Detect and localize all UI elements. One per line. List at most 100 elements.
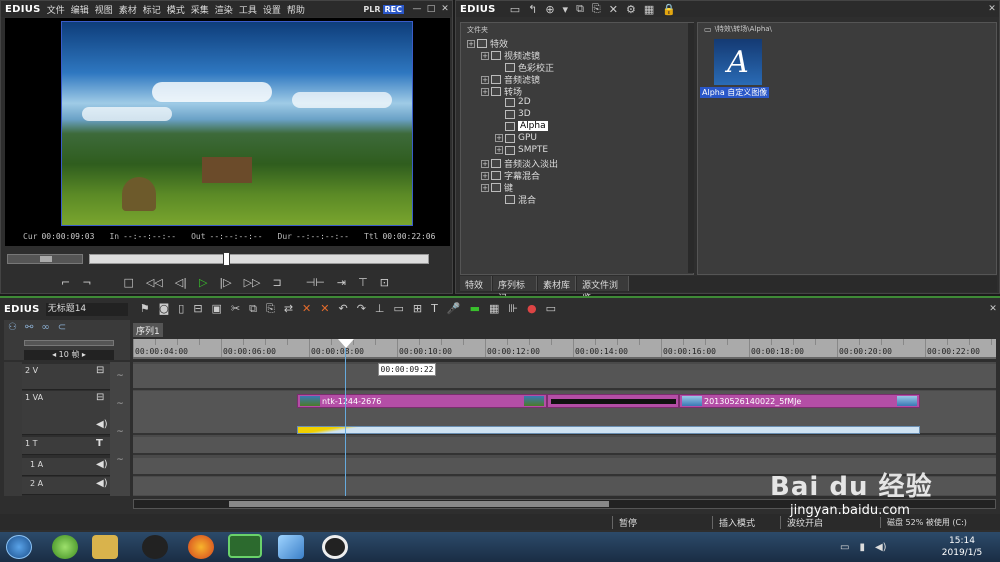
folder-icon[interactable]: ▭ [510, 3, 520, 16]
plr-label[interactable]: PLR [363, 5, 380, 14]
fast-forward-icon[interactable]: ▷▷ [244, 276, 261, 289]
add-dropdown-icon[interactable]: ▾ [563, 3, 569, 16]
tree-item[interactable]: 混合 [495, 193, 536, 206]
menu-item[interactable]: 素材 [119, 6, 137, 16]
expand-icon[interactable]: + [495, 134, 503, 142]
menu-item[interactable]: 工具 [239, 6, 257, 16]
app-icon-explorer[interactable] [92, 535, 118, 559]
tree-item[interactable]: 2D [495, 97, 531, 107]
mark-in-icon[interactable]: ⌐ [61, 276, 70, 289]
shuttle-bar[interactable] [7, 254, 83, 264]
maximize-icon[interactable]: □ [424, 3, 438, 15]
rewind-icon[interactable]: ◁◁ [146, 276, 163, 289]
rec-button[interactable]: REC [382, 4, 404, 14]
minimize-icon[interactable]: — [410, 3, 424, 15]
transition-clip[interactable] [547, 394, 679, 408]
redo-icon[interactable]: ↷ [357, 302, 366, 316]
expand-icon[interactable]: + [481, 183, 489, 192]
tree-item[interactable]: + GPU [495, 133, 537, 143]
mode-icon[interactable]: ⚑ [140, 302, 150, 316]
link-icon[interactable]: ⚇ [8, 322, 17, 333]
play-icon[interactable]: ▷ [199, 276, 207, 289]
video-toggle-icon[interactable]: ⊟ [96, 392, 104, 403]
sync-icon[interactable]: ▭ [394, 302, 404, 316]
effects-tab[interactable]: 素材库 [538, 276, 576, 291]
video-clip[interactable]: 20130526140022_5fMJe [679, 394, 920, 408]
audio-toggle-icon[interactable]: ◀) [96, 419, 108, 430]
app-icon-notes[interactable] [278, 535, 304, 559]
mark-out-icon[interactable]: ¬ [82, 276, 91, 289]
effects-tab[interactable]: 特效 [460, 276, 492, 291]
volume-icon[interactable]: ◀) [875, 542, 887, 553]
new-sequence-icon[interactable]: ▯ [178, 302, 184, 316]
capture-icon[interactable]: ◙ [159, 302, 170, 316]
menu-item[interactable]: 文件 [47, 6, 65, 16]
mixer-bar[interactable] [297, 426, 920, 434]
speaker-icon[interactable]: ◀) [96, 459, 108, 470]
menu-item[interactable]: 标记 [143, 6, 161, 16]
open-icon[interactable]: ⊟ [193, 302, 202, 316]
expand-icon[interactable]: + [481, 51, 489, 60]
effect-item[interactable]: A Alpha 自定义图像 [700, 37, 772, 99]
voiceover-icon[interactable]: 🎤 [447, 302, 461, 316]
tree-item[interactable]: 3D [495, 109, 531, 119]
title-icon[interactable]: T [431, 302, 438, 316]
tree-item[interactable]: + SMPTE [495, 145, 548, 155]
expand-icon[interactable]: + [467, 39, 475, 48]
menu-item[interactable]: 帮助 [287, 6, 305, 16]
add-cut-icon[interactable]: ⊥ [375, 302, 385, 316]
stop-icon[interactable]: □ [123, 276, 133, 289]
copy-icon[interactable]: ⧉ [249, 302, 257, 316]
clock[interactable]: 15:14 2019/1/5 [936, 535, 988, 559]
expand-icon[interactable]: + [481, 171, 489, 180]
chapter-icon[interactable]: ▦ [489, 302, 499, 316]
app-icon-qq[interactable] [142, 535, 168, 559]
effects-tab[interactable]: 序列标记 [493, 276, 537, 304]
zoom-select[interactable]: ◂ 10 帧 ▸ [24, 350, 114, 360]
sequence-tab[interactable]: 序列1 [133, 323, 163, 337]
expand-icon[interactable]: + [481, 75, 489, 84]
battery-icon[interactable]: ▭ [840, 542, 849, 553]
position-slider[interactable] [89, 252, 429, 266]
timeline-ruler[interactable]: 00:00:04:00 00:00:06:00 00:00:08:00 00:00:1… [133, 339, 996, 359]
video-toggle-icon[interactable]: ⊟ [96, 365, 104, 376]
undo-icon[interactable]: ↶ [338, 302, 347, 316]
color-icon[interactable]: ● [527, 302, 537, 316]
copy-icon[interactable]: ⧉ [576, 2, 584, 16]
app-icon-edius[interactable] [228, 534, 262, 558]
effects-close-icon[interactable]: ✕ [985, 3, 999, 15]
tree-scrollbar[interactable] [688, 23, 694, 273]
step-forward-icon[interactable]: |▷ [219, 276, 231, 289]
video-clip[interactable]: ntk-1244-2676 [297, 394, 547, 408]
network-icon[interactable]: ▮ [859, 542, 865, 553]
cut-icon[interactable]: ✂ [231, 302, 240, 316]
app-icon-update[interactable] [52, 535, 78, 559]
paste-icon[interactable]: ⎘ [266, 302, 275, 316]
up-folder-icon[interactable]: ↰ [528, 3, 537, 16]
effects-tab[interactable]: 源文件浏览 [577, 276, 629, 304]
marker-icon[interactable]: ⊂ [58, 322, 66, 333]
expand-icon[interactable]: + [481, 159, 489, 168]
close-icon[interactable]: ✕ [438, 3, 452, 15]
overwrite-icon[interactable]: ⊣⊢ [306, 276, 325, 289]
menu-item[interactable]: 模式 [167, 6, 185, 16]
mixer-icon[interactable]: ⊪ [508, 302, 518, 316]
normalize-icon[interactable]: ⊞ [413, 302, 422, 316]
track-1t-lane[interactable] [133, 437, 996, 455]
app-icon-firefox[interactable] [188, 535, 214, 559]
menu-item[interactable]: 采集 [191, 6, 209, 16]
group-icon[interactable]: ⚯ [25, 322, 33, 333]
menu-item[interactable]: 渲染 [215, 6, 233, 16]
step-back-icon[interactable]: ◁| [175, 276, 187, 289]
loop-icon[interactable]: ⊐ [273, 276, 282, 289]
start-button[interactable] [6, 535, 32, 559]
track-2v-lane[interactable] [133, 364, 996, 390]
menu-item[interactable]: 视图 [95, 6, 113, 16]
properties-icon[interactable]: ⚙ [626, 3, 636, 16]
menu-item[interactable]: 编辑 [71, 6, 89, 16]
title-track-icon[interactable]: T [96, 438, 103, 449]
expand-icon[interactable]: + [495, 146, 503, 154]
playhead-marker[interactable] [223, 252, 230, 266]
paste-icon[interactable]: ⎘ [592, 2, 601, 16]
add-clip-icon[interactable]: ⊕ [545, 3, 554, 16]
